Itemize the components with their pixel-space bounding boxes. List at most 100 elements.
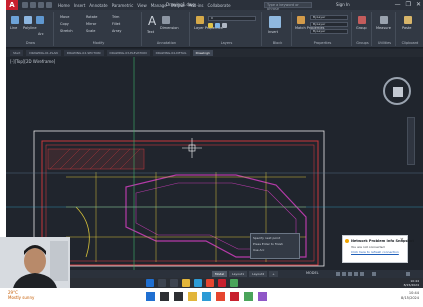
autocad-taskbar-icon[interactable] <box>218 279 226 287</box>
panel-modify-label: Modify <box>92 41 105 45</box>
file-explorer-icon[interactable] <box>182 279 190 287</box>
toast-body: You are not connected <box>351 245 385 249</box>
polar-toggle-icon[interactable] <box>354 272 358 276</box>
file-tab-4[interactable]: DRAWING-04-DETAIL <box>152 50 190 56</box>
file-tab-2[interactable]: DRAWING-02-SECTION <box>63 50 104 56</box>
rotate-label[interactable]: Rotate <box>86 15 97 19</box>
task-view-icon[interactable] <box>170 279 178 287</box>
toast-close-icon[interactable]: × <box>400 237 404 243</box>
grid-toggle-icon[interactable] <box>336 272 340 276</box>
layer-freeze-icon[interactable] <box>215 23 220 28</box>
color-combo[interactable]: ByLayer <box>310 15 348 20</box>
undo-icon[interactable] <box>46 2 52 8</box>
panel-utilities: Measure Utilities <box>374 12 396 46</box>
outer-taskbar-icons <box>146 292 267 301</box>
move-label[interactable]: Move <box>60 15 69 19</box>
text-big-icon[interactable]: A <box>148 14 156 28</box>
panel-annotation: A Text Dimension Annotation <box>144 12 190 46</box>
panel-clipboard-label: Clipboard <box>401 41 419 45</box>
layout-tab-1[interactable]: Layout1 <box>229 271 248 277</box>
ortho-toggle-icon[interactable] <box>348 272 352 276</box>
tab-home[interactable]: Home <box>58 3 70 8</box>
viewcube-top-face[interactable] <box>393 87 403 97</box>
match-properties-icon[interactable] <box>297 16 305 24</box>
tab-insert[interactable]: Insert <box>74 3 85 8</box>
save-icon[interactable] <box>38 2 44 8</box>
clock-date: 8/15/2024 <box>403 283 419 287</box>
snap-toggle-icon[interactable] <box>342 272 346 276</box>
tab-collaborate[interactable]: Collaborate <box>208 3 231 8</box>
model-space-label[interactable]: MODEL <box>306 271 319 275</box>
toast-link[interactable]: Click here to refresh connection <box>351 250 399 254</box>
ribbon: Line Polyline Arc Draw Move Copy Stretch… <box>6 10 423 48</box>
notification-toast[interactable]: Network Problem Info Snapshot You are no… <box>342 235 414 263</box>
tooltip-line-1: Specify next point <box>253 236 281 240</box>
paste-label: Paste <box>402 26 412 30</box>
add-layout-button[interactable]: + <box>269 271 278 277</box>
minimize-button[interactable]: — <box>395 1 401 8</box>
taskbar-clock[interactable]: 10:44 8/15/2024 <box>404 279 419 287</box>
panel-layers: Layer Properties 0 Layers <box>192 12 262 46</box>
dimension-label: Dimension <box>160 26 179 30</box>
osnap-toggle-icon[interactable] <box>360 272 364 276</box>
new-icon[interactable] <box>22 2 28 8</box>
file-tab-start[interactable]: Start <box>10 50 24 56</box>
webcam-person-image <box>0 237 70 293</box>
trim-label[interactable]: Trim <box>112 15 119 19</box>
dimension-icon[interactable] <box>162 16 170 24</box>
panel-layers-label: Layers <box>220 41 233 45</box>
customize-icon[interactable] <box>406 272 410 276</box>
layer-combo[interactable]: 0 <box>208 16 256 21</box>
search-icon[interactable] <box>158 279 166 287</box>
mirror-label[interactable]: Mirror <box>86 22 96 26</box>
close-button[interactable]: ✕ <box>416 1 421 8</box>
lineweight-combo[interactable]: ByLayer <box>310 29 348 34</box>
array-label[interactable]: Array <box>112 29 121 33</box>
open-icon[interactable] <box>30 2 36 8</box>
maximize-button[interactable]: ❐ <box>406 1 411 8</box>
edge-icon[interactable] <box>194 279 202 287</box>
app-logo[interactable]: A <box>6 0 18 10</box>
toast-title: Network Problem Info Snapshot <box>351 239 414 243</box>
tab-view[interactable]: View <box>137 3 147 8</box>
polyline-icon[interactable] <box>24 16 32 24</box>
tab-parametric[interactable]: Parametric <box>112 3 134 8</box>
file-tab-1[interactable]: DRAWING-01-PLAN <box>26 50 61 56</box>
measure-label: Measure <box>376 26 391 30</box>
layout-tab-model[interactable]: Model <box>212 271 228 277</box>
paste-icon[interactable] <box>404 16 412 24</box>
title-bar: A Home Insert Annotate Parametric View M… <box>6 0 423 11</box>
circle-icon[interactable] <box>36 16 44 24</box>
webcam-overlay <box>0 237 70 293</box>
linetype-combo[interactable]: ByLayer <box>310 22 348 27</box>
scale-label[interactable]: Scale <box>86 29 95 33</box>
tab-annotate[interactable]: Annotate <box>89 3 107 8</box>
panel-clipboard: Paste Clipboard <box>398 12 422 46</box>
text-label: Text <box>147 30 155 34</box>
insert-icon[interactable] <box>269 16 281 28</box>
file-tab-3[interactable]: DRAWING-03-ELEVATION <box>106 50 150 56</box>
fillet-label[interactable]: Fillet <box>112 22 120 26</box>
copy-label[interactable]: Copy <box>60 22 69 26</box>
measure-icon[interactable] <box>380 16 388 24</box>
app-green-icon[interactable] <box>230 279 238 287</box>
layout-tab-2[interactable]: Layout2 <box>249 271 268 277</box>
layer-on-icon[interactable] <box>208 23 213 28</box>
start-icon[interactable] <box>146 279 154 287</box>
search-input[interactable]: Type a keyword or phrase <box>264 2 312 11</box>
annotation-scale-icon[interactable] <box>372 272 376 276</box>
outer-taskbar <box>0 288 423 307</box>
file-tab-bar: Start DRAWING-01-PLAN DRAWING-02-SECTION… <box>6 49 423 57</box>
file-tab-active[interactable]: Drawing1 <box>192 50 213 56</box>
line-icon[interactable] <box>11 16 19 24</box>
group-icon[interactable] <box>358 16 366 24</box>
stretch-label[interactable]: Stretch <box>60 29 73 33</box>
viewcube[interactable] <box>383 77 411 105</box>
window-controls: — ❐ ✕ <box>395 1 421 8</box>
tab-manage[interactable]: Manage <box>151 3 167 8</box>
layer-lock-icon[interactable] <box>222 23 227 28</box>
sign-in-link[interactable]: Sign In <box>336 2 350 7</box>
chrome-icon[interactable] <box>206 279 214 287</box>
layer-properties-icon[interactable] <box>196 16 204 24</box>
navigation-bar[interactable] <box>407 117 415 165</box>
